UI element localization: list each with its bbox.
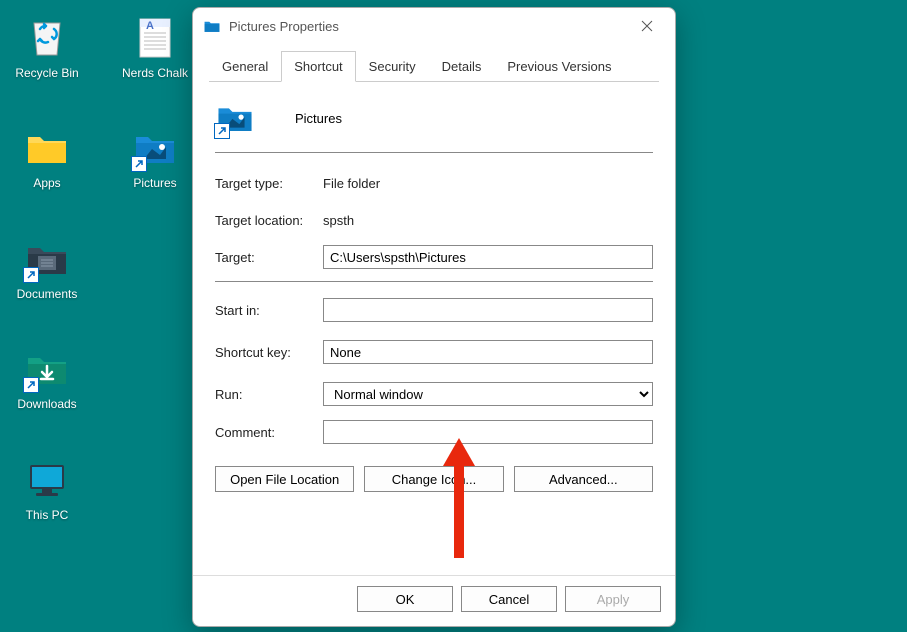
change-icon-button[interactable]: Change Icon... <box>364 466 503 492</box>
cancel-button[interactable]: Cancel <box>461 586 557 612</box>
apps-folder-icon[interactable]: Apps <box>8 125 86 190</box>
documents-label: Documents <box>17 287 78 301</box>
shortcut-key-label: Shortcut key: <box>215 345 323 360</box>
this-pc-icon[interactable]: This PC <box>8 457 86 522</box>
ok-button[interactable]: OK <box>357 586 453 612</box>
downloads-shortcut-icon[interactable]: Downloads <box>8 346 86 411</box>
close-button[interactable] <box>629 12 665 40</box>
comment-label: Comment: <box>215 425 323 440</box>
nerds-chalk-icon[interactable]: A Nerds Chalk <box>116 15 194 80</box>
run-label: Run: <box>215 387 323 402</box>
nerds-chalk-label: Nerds Chalk <box>122 66 188 80</box>
shortcut-icon-preview <box>215 98 255 138</box>
pictures-label: Pictures <box>133 176 176 190</box>
tab-previous-versions[interactable]: Previous Versions <box>494 51 624 82</box>
recycle-bin-icon[interactable]: Recycle Bin <box>8 15 86 80</box>
shortcut-name: Pictures <box>295 111 342 126</box>
apply-button[interactable]: Apply <box>565 586 661 612</box>
target-input[interactable] <box>323 245 653 269</box>
tab-shortcut[interactable]: Shortcut <box>281 51 355 82</box>
tab-bar: General Shortcut Security Details Previo… <box>209 50 659 82</box>
tab-security[interactable]: Security <box>356 51 429 82</box>
properties-dialog: Pictures Properties General Shortcut Sec… <box>192 7 676 627</box>
start-in-label: Start in: <box>215 303 323 318</box>
target-type-value: File folder <box>323 176 380 191</box>
shortcut-arrow-badge <box>23 377 39 393</box>
shortcut-arrow-badge <box>131 156 147 172</box>
shortcut-arrow-badge <box>214 123 230 139</box>
annotation-arrow <box>439 438 479 558</box>
pictures-shortcut-icon[interactable]: Pictures <box>116 125 194 190</box>
shortcut-key-input[interactable] <box>323 340 653 364</box>
this-pc-label: This PC <box>26 508 69 522</box>
titlebar-title: Pictures Properties <box>229 19 629 34</box>
tab-details[interactable]: Details <box>429 51 495 82</box>
apps-label: Apps <box>33 176 60 190</box>
svg-text:A: A <box>146 20 154 32</box>
target-location-label: Target location: <box>215 213 323 228</box>
recycle-bin-label: Recycle Bin <box>15 66 78 80</box>
shortcut-arrow-badge <box>23 267 39 283</box>
titlebar[interactable]: Pictures Properties <box>193 8 675 42</box>
tab-general[interactable]: General <box>209 51 281 82</box>
titlebar-folder-icon <box>203 17 221 35</box>
downloads-label: Downloads <box>17 397 76 411</box>
run-select[interactable]: Normal window <box>323 382 653 406</box>
open-file-location-button[interactable]: Open File Location <box>215 466 354 492</box>
target-label: Target: <box>215 250 323 265</box>
start-in-input[interactable] <box>323 298 653 322</box>
target-location-value: spsth <box>323 213 354 228</box>
comment-input[interactable] <box>323 420 653 444</box>
advanced-button[interactable]: Advanced... <box>514 466 653 492</box>
target-type-label: Target type: <box>215 176 323 191</box>
documents-shortcut-icon[interactable]: Documents <box>8 236 86 301</box>
